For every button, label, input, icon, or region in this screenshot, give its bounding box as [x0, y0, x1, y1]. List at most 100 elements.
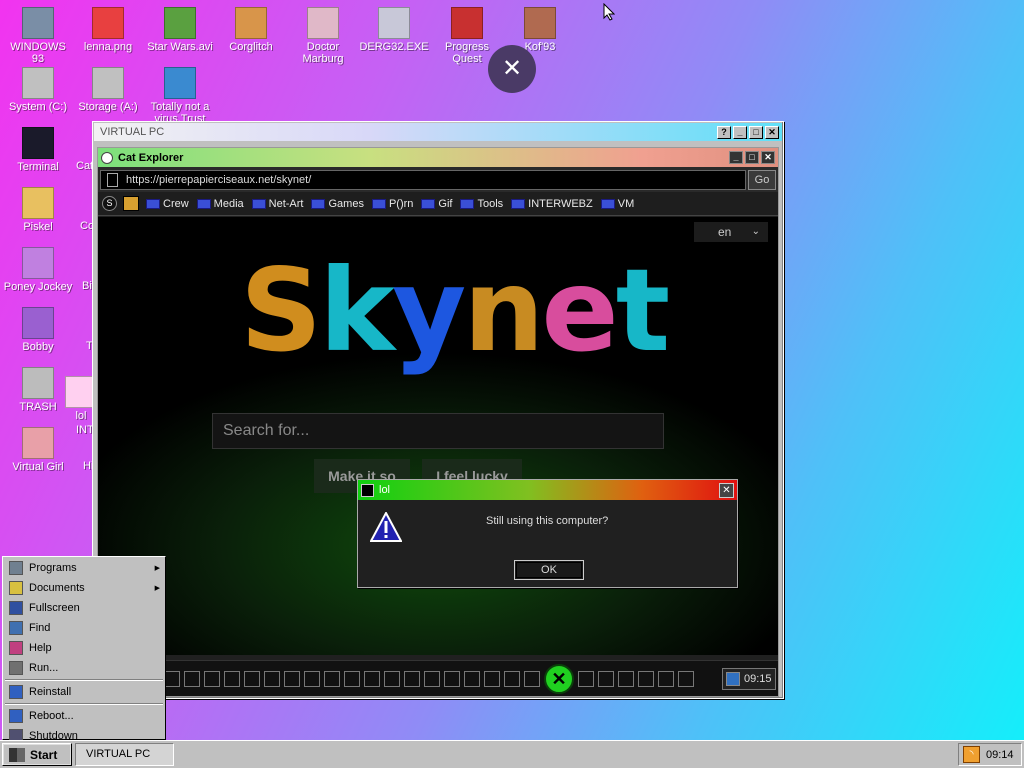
bookmark-item[interactable]: Media [196, 197, 244, 210]
inner-taskbar-slot[interactable] [444, 670, 460, 687]
floppy-drive-icon [92, 67, 124, 99]
desktop-icon[interactable]: Corglitch [216, 7, 286, 53]
inner-taskbar-slot[interactable] [404, 670, 420, 687]
inner-taskbar-slot[interactable] [464, 670, 480, 687]
inner-taskbar-slot[interactable] [678, 670, 694, 687]
search-input[interactable]: Search for... [212, 413, 664, 449]
dialog-close-button[interactable]: ✕ [719, 482, 734, 498]
inner-taskbar-slot[interactable] [524, 670, 540, 687]
desktop-icon[interactable]: Doctor Marburg [288, 7, 358, 65]
inner-taskbar-slot[interactable] [284, 670, 300, 687]
explorer-close-button[interactable]: ✕ [761, 151, 775, 164]
bookmark-item[interactable]: Gif [421, 198, 452, 210]
minimize-button[interactable]: _ [733, 125, 747, 139]
close-button[interactable]: ✕ [765, 125, 779, 139]
inner-taskbar-slot[interactable] [484, 670, 500, 687]
start-menu-item[interactable]: Documents ▶ [3, 578, 165, 598]
bookmark-item[interactable]: P()rn [371, 198, 413, 210]
inner-taskbar-slot[interactable] [658, 670, 674, 687]
desktop-icon[interactable]: Terminal [3, 127, 73, 173]
bookmark-item[interactable]: Games [311, 198, 364, 210]
start-menu-item[interactable]: Reboot... [3, 706, 165, 726]
start-menu-item[interactable]: Fullscreen [3, 598, 165, 618]
desktop-icon[interactable]: Poney Jockey [3, 247, 73, 293]
inner-taskbar-slot[interactable] [264, 670, 280, 687]
inner-taskbar-slot[interactable] [304, 670, 320, 687]
inner-taskbar-slot[interactable] [578, 670, 594, 687]
virtual-pc-titlebar[interactable]: VIRTUAL PC ? _ □ ✕ [94, 123, 782, 141]
inner-taskbar-slot[interactable] [504, 670, 520, 687]
url-text: https://pierrepapierciseaux.net/skynet/ [126, 173, 312, 186]
virtual-pc-window: VIRTUAL PC ? _ □ ✕ Cat Explorer _ □ ✕ ht… [92, 121, 784, 699]
inner-taskbar-slot[interactable] [618, 670, 634, 687]
start-menu-item[interactable]: Help [3, 638, 165, 658]
url-field[interactable]: https://pierrepapierciseaux.net/skynet/ [100, 169, 746, 190]
folder-icon [251, 198, 266, 209]
inner-taskbar-slot[interactable] [638, 670, 654, 687]
maximize-button[interactable]: □ [749, 125, 763, 139]
inner-taskbar-slot[interactable] [364, 670, 380, 687]
bookmark-item[interactable]: VM [600, 197, 635, 210]
desktop-icon[interactable]: Piskel [3, 187, 73, 233]
bookmark-item[interactable]: INTERWEBZ [511, 198, 593, 210]
start-menu-item-label: Reboot... [29, 710, 74, 722]
skynet-favicon[interactable]: S [102, 196, 117, 211]
desktop-icon-label: Corglitch [229, 41, 273, 53]
desktop-icon[interactable]: Star Wars.avi [145, 7, 215, 53]
bookmark-label: Net-Art [268, 197, 304, 210]
inner-taskbar-slot[interactable] [324, 670, 340, 687]
start-menu-item[interactable]: Run... [3, 658, 165, 678]
close-overlay-button[interactable]: ✕ [488, 45, 536, 93]
taskbar-task-virtual-pc[interactable]: VIRTUAL PC [75, 743, 174, 766]
start-menu-item[interactable]: Find [3, 618, 165, 638]
skynet-logo: Skynet [240, 251, 670, 371]
folder-bookmark-icon[interactable] [123, 196, 139, 211]
explorer-maximize-button[interactable]: □ [745, 151, 759, 164]
inner-taskbar-slot[interactable] [384, 670, 400, 687]
start-menu-item[interactable]: Programs ▶ [3, 558, 165, 578]
dialog-titlebar[interactable]: lol ✕ [358, 480, 737, 500]
search-placeholder: Search for... [223, 422, 310, 439]
green-close-icon[interactable]: ✕ [544, 663, 574, 694]
inner-taskbar-slot[interactable] [164, 670, 180, 687]
start-menu-item[interactable]: Reinstall [3, 682, 165, 702]
bookmark-label: Media [213, 197, 244, 210]
explorer-minimize-button[interactable]: _ [729, 151, 743, 164]
rss-icon[interactable] [726, 671, 740, 686]
rss-icon[interactable]: ◝ [963, 746, 980, 763]
desktop-icon[interactable]: Totally not a virus.Trust [145, 67, 215, 125]
dialog-title: lol [379, 484, 391, 496]
desktop-icon[interactable]: Virtual Girl [3, 427, 73, 473]
inner-taskbar-slot[interactable] [598, 670, 614, 687]
bookmark-item[interactable]: Tools [460, 198, 503, 210]
desktop-icon[interactable]: WINDOWS 93 [3, 7, 73, 65]
desktop-icon[interactable]: System (C:) [3, 67, 73, 113]
bookmark-item[interactable]: Crew [146, 198, 189, 210]
start-menu-item-label: Programs [29, 562, 77, 574]
inner-taskbar-slot[interactable] [424, 670, 440, 687]
folder-icon [421, 198, 436, 209]
desktop-icon[interactable]: Bobby [3, 307, 73, 353]
inner-taskbar-slot[interactable] [344, 670, 360, 687]
desktop-icon[interactable]: Storage (A:) [73, 67, 143, 113]
address-bar: https://pierrepapierciseaux.net/skynet/ … [98, 167, 778, 192]
help-button[interactable]: ? [717, 125, 731, 139]
cat-icon [101, 151, 113, 164]
ok-button[interactable]: OK [514, 560, 584, 580]
start-button[interactable]: Start [2, 743, 72, 766]
desktop-icon[interactable]: DERG32.EXE [359, 7, 429, 53]
bookmark-item[interactable]: Net-Art [251, 197, 304, 210]
language-select[interactable]: en ⌄ [694, 222, 768, 242]
logo-letter: k [319, 244, 395, 377]
go-button[interactable]: Go [748, 169, 776, 190]
bookmark-label: VM [617, 197, 635, 210]
inner-taskbar: ✕ 09:15 [98, 660, 778, 696]
virtual-pc-title: VIRTUAL PC [100, 126, 165, 138]
cat-explorer-titlebar[interactable]: Cat Explorer _ □ ✕ [98, 148, 778, 167]
inner-taskbar-slot[interactable] [224, 670, 240, 687]
skynet-page: en ⌄ Skynet Search for... Make it so I f… [98, 217, 778, 655]
inner-taskbar-slot[interactable] [184, 670, 200, 687]
inner-taskbar-slot[interactable] [204, 670, 220, 687]
inner-taskbar-slot[interactable] [244, 670, 260, 687]
desktop-icon[interactable]: lenna.png [73, 7, 143, 53]
